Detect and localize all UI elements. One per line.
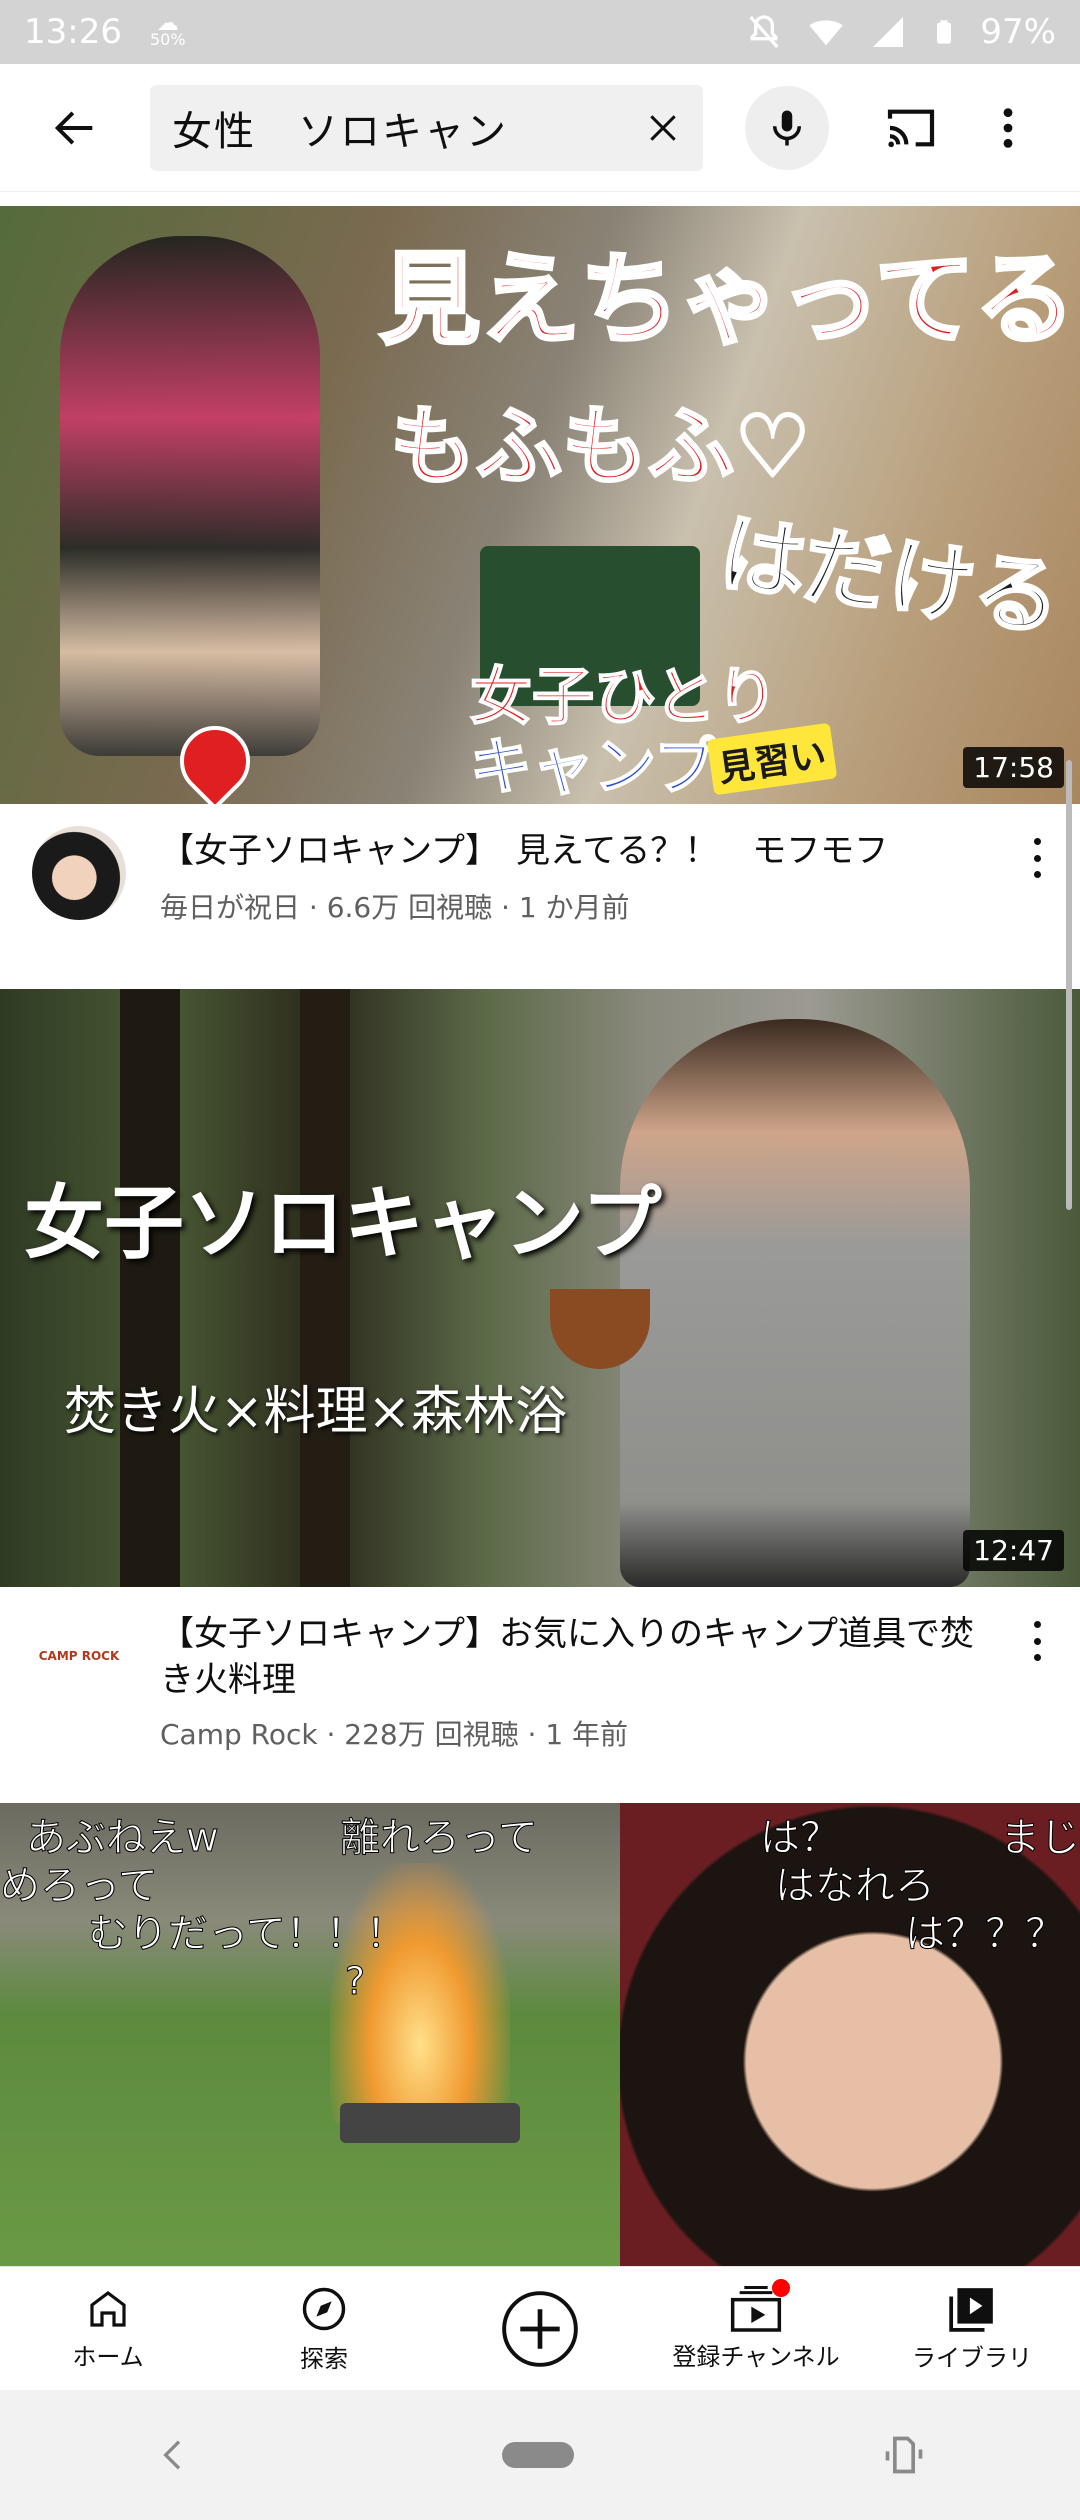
nav-create[interactable] — [432, 2267, 648, 2390]
bottom-navigation: ホーム 探索 登録チャンネル ライブラリ — [0, 2266, 1080, 2390]
clear-search-button[interactable] — [623, 85, 703, 171]
subscriptions-icon — [728, 2279, 790, 2333]
battery-percent: 97% — [980, 12, 1056, 52]
video-channel-info: Camp Rock · 228万 回視聴 · 1 年前 — [160, 1718, 629, 1751]
home-icon — [90, 2291, 126, 2327]
overlay-text: 焚き火×料理×森林浴 — [64, 1382, 568, 1442]
clock: 13:26 — [24, 12, 122, 52]
nav-home[interactable]: ホーム — [0, 2267, 216, 2390]
nav-library[interactable]: ライブラリ — [864, 2267, 1080, 2390]
more-vert-icon — [1003, 107, 1013, 148]
system-home-pill[interactable] — [502, 2442, 574, 2468]
nav-explore[interactable]: 探索 — [216, 2267, 432, 2390]
overlay-text: キャンプ — [469, 729, 717, 804]
comment-overlay: ? — [344, 1959, 366, 2004]
comment-overlay: は？？？ — [905, 1911, 1066, 1958]
status-bar: 13:26 ☁ 50% 97% — [0, 0, 1080, 64]
video-thumbnail[interactable]: あぶねえw 離れろって は？ まじ めろって はなれろ むりだって！！！ は？？… — [0, 1803, 1080, 2273]
back-button[interactable] — [0, 64, 150, 192]
video-duration: 17:58 — [963, 747, 1064, 788]
tree-trunk — [300, 989, 350, 1587]
person-figure — [60, 236, 320, 756]
data-saver-label: 50% — [149, 30, 186, 49]
video-title[interactable]: 【女子ソロキャンプ】お気に入りのキャンプ道具で焚き火料理 — [160, 1611, 990, 1703]
microphone-icon — [773, 110, 801, 145]
system-navigation-bar — [0, 2390, 1080, 2520]
video-more-button[interactable] — [1022, 838, 1052, 878]
signal-icon — [873, 17, 904, 47]
wifi-icon — [809, 20, 844, 46]
video-thumbnail[interactable]: 見えちゃってる もふもふ♡ はだける 女子ひとり キャンプ 見習い 17:58 — [0, 206, 1080, 804]
more-options-button[interactable] — [973, 88, 1043, 168]
video-thumbnail[interactable]: 女子ソロキャンプ 焚き火×料理×森林浴 12:47 — [0, 989, 1080, 1587]
nav-explore-label: 探索 — [300, 2345, 348, 2373]
nav-home-label: ホーム — [72, 2343, 144, 2371]
add-circle-icon — [502, 2290, 578, 2367]
search-query-text[interactable]: 女性 ソロキャン — [172, 99, 623, 157]
battery-icon — [937, 20, 952, 44]
nav-subscriptions[interactable]: 登録チャンネル — [648, 2267, 864, 2390]
nav-library-label: ライブラリ — [912, 2344, 1032, 2372]
scrollbar[interactable] — [1066, 760, 1072, 1210]
channel-avatar[interactable]: CAMP ROCK — [32, 1609, 126, 1703]
nav-subscriptions-label: 登録チャンネル — [672, 2343, 840, 2371]
cast-icon — [887, 109, 935, 147]
video-meta[interactable]: CAMP ROCK 【女子ソロキャンプ】お気に入りのキャンプ道具で焚き火料理 C… — [0, 1587, 1080, 1803]
arrow-left-icon — [54, 110, 93, 145]
notification-dot — [772, 2279, 790, 2297]
overlay-text: 見えちゃってる — [378, 239, 1077, 360]
bell-off-icon — [749, 15, 780, 49]
comment-overlay: むりだって！！！ — [88, 1911, 407, 1958]
video-title[interactable]: 【女子ソロキャンプ】 見えてる？！ モフモフ — [160, 828, 990, 874]
overlay-text: 女子ソロキャンプ — [24, 1177, 662, 1270]
comment-overlay: 離れろって — [340, 1815, 539, 1862]
video-channel-info: 毎日が祝日 · 6.6万 回視聴 · 1 か月前 — [160, 891, 630, 924]
channel-avatar-text: CAMP ROCK — [38, 1649, 120, 1663]
video-meta[interactable]: 【女子ソロキャンプ】 見えてる？！ モフモフ 毎日が祝日 · 6.6万 回視聴 … — [0, 804, 1080, 989]
cast-button[interactable] — [871, 88, 951, 168]
channel-avatar[interactable] — [32, 826, 126, 920]
search-results: 見えちゃってる もふもふ♡ はだける 女子ひとり キャンプ 見習い 17:58 … — [0, 206, 1080, 2273]
overlay-text: はだける — [712, 502, 1068, 652]
comment-overlay: まじ — [1000, 1815, 1080, 1862]
search-input[interactable]: 女性 ソロキャン — [150, 84, 703, 171]
rotate-screen-icon[interactable] — [882, 2433, 926, 2477]
close-icon — [650, 114, 676, 141]
video-more-button[interactable] — [1022, 1621, 1052, 1661]
system-back-icon[interactable] — [154, 2435, 194, 2475]
fire-pit — [340, 2103, 520, 2143]
person-figure — [620, 1019, 970, 1587]
tree-trunk — [120, 989, 180, 1587]
search-toolbar: 女性 ソロキャン — [0, 64, 1080, 192]
video-duration: 12:47 — [963, 1530, 1064, 1571]
voice-search-button[interactable] — [745, 85, 829, 170]
compass-icon — [302, 2287, 346, 2331]
data-saver-icon: ☁ 50% — [149, 11, 186, 49]
library-icon — [949, 2288, 993, 2332]
overlay-text: もふもふ♡ — [388, 396, 812, 499]
